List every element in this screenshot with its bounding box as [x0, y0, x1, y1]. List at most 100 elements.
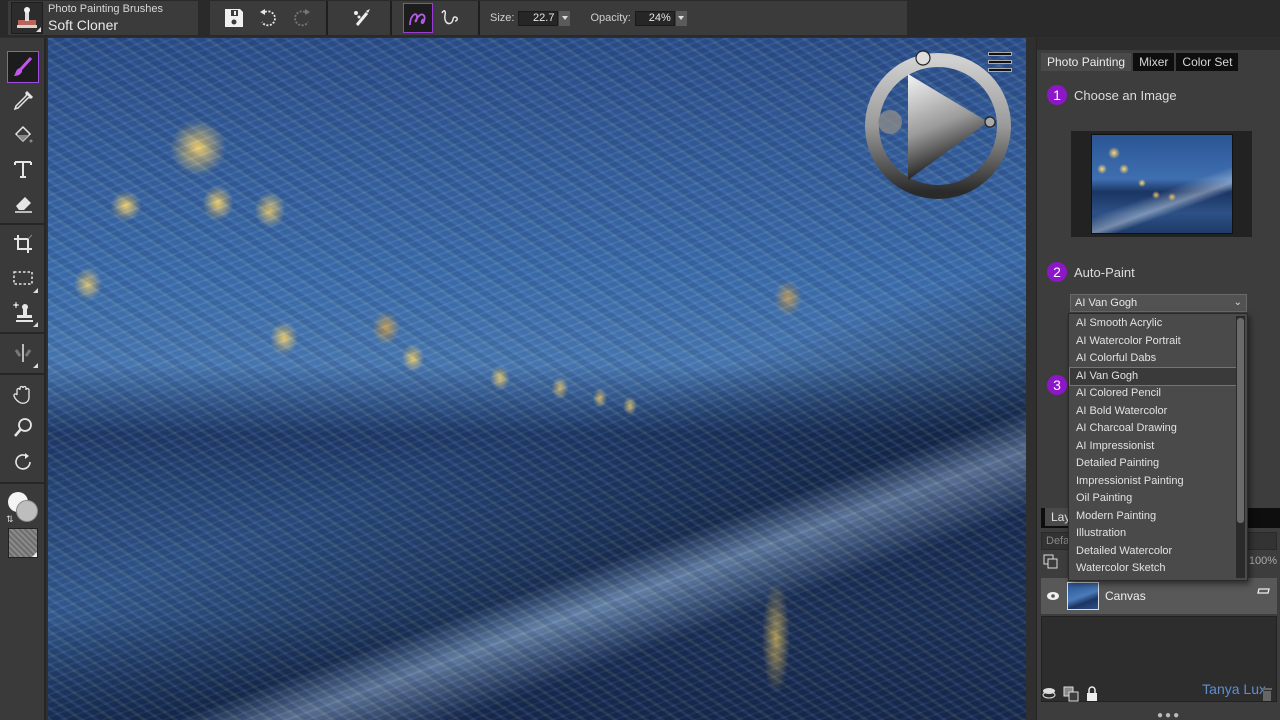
clone-brush-icon[interactable]	[348, 4, 376, 32]
paint-bucket-icon	[14, 125, 33, 143]
hand-icon	[13, 385, 30, 404]
rectangular-selection-tool[interactable]	[8, 263, 38, 293]
size-label: Size:	[490, 12, 515, 24]
auto-paint-dropdown-list: AI Smooth Acrylic AI Watercolor Portrait A…	[1068, 313, 1248, 581]
additional-color-swatch[interactable]	[16, 500, 38, 522]
brush-category: Photo Painting Brushes	[48, 3, 163, 15]
trash-icon[interactable]	[1261, 686, 1273, 707]
separator	[390, 1, 392, 35]
dropdown-option[interactable]: AI Charcoal Drawing	[1070, 420, 1236, 438]
save-icon[interactable]	[220, 4, 248, 32]
brush-dab-thumbnail[interactable]	[11, 2, 43, 34]
swap-colors-icon[interactable]: ⇅	[6, 514, 14, 525]
lock-icon[interactable]	[1085, 685, 1099, 707]
dropper-tool[interactable]	[8, 86, 38, 116]
tab-mixer[interactable]: Mixer	[1133, 53, 1175, 71]
freehand-stroke-icon[interactable]	[403, 3, 433, 33]
toolbox: ⇅	[0, 38, 46, 720]
layer-thumbnail	[1067, 582, 1099, 610]
dropdown-option[interactable]: Illustration	[1070, 525, 1236, 543]
auto-paint-selected: AI Van Gogh	[1075, 297, 1138, 309]
separator	[478, 1, 480, 35]
layer-link-icon[interactable]	[1257, 582, 1271, 600]
scrollbar-thumb[interactable]	[1237, 318, 1244, 523]
rotate-page-tool[interactable]	[8, 447, 38, 477]
dropdown-option[interactable]: Oil Painting	[1070, 490, 1236, 508]
dropdown-option[interactable]: AI Colorful Dabs	[1070, 350, 1236, 368]
dropdown-option[interactable]: Watercolor Sketch	[1070, 560, 1236, 578]
step-badge: 2	[1047, 262, 1067, 282]
dropdown-option[interactable]: AI Watercolor Portrait	[1070, 333, 1236, 351]
dropdown-option[interactable]: Modern Painting	[1070, 508, 1236, 526]
layers-footer	[1041, 685, 1277, 707]
redo-icon[interactable]	[288, 4, 316, 32]
text-icon	[14, 161, 32, 178]
property-bar-area: Photo Painting Brushes Soft Cloner Size:…	[0, 0, 1280, 37]
flyout-indicator	[33, 322, 38, 327]
document-canvas[interactable]	[48, 38, 1026, 720]
new-layer-icon[interactable]	[1063, 686, 1079, 707]
layer-row-canvas[interactable]: Canvas	[1041, 578, 1277, 614]
paint-bucket-tool[interactable]	[8, 120, 38, 150]
size-slider-button[interactable]	[559, 10, 571, 26]
more-options-icon[interactable]: ●●●	[1157, 710, 1181, 720]
dropdown-option[interactable]: AI Colored Pencil	[1070, 385, 1236, 403]
step-label: Choose an Image	[1074, 87, 1177, 103]
step-badge: 1	[1047, 85, 1067, 105]
flyout-indicator	[33, 288, 38, 293]
brush-tool[interactable]	[7, 51, 39, 83]
color-swatches[interactable]: ⇅	[6, 492, 40, 526]
magnifier-icon	[14, 418, 32, 437]
opacity-slider-button[interactable]	[675, 10, 687, 26]
eraser-tool[interactable]	[8, 188, 38, 218]
dropdown-option[interactable]: Detailed Painting	[1070, 455, 1236, 473]
divine-proportion-icon	[14, 344, 32, 362]
dropdown-option[interactable]: AI Van Gogh	[1069, 366, 1237, 386]
layer-copy-icon[interactable]	[1043, 554, 1059, 575]
dropdown-scrollbar[interactable]	[1236, 316, 1245, 578]
rotate-icon	[15, 453, 31, 470]
dropdown-option[interactable]: AI Impressionist	[1070, 438, 1236, 456]
undo-icon[interactable]	[254, 4, 282, 32]
property-bar: Size: 22.7 Opacity: 24%	[210, 1, 907, 35]
eye-icon[interactable]	[1043, 591, 1063, 601]
opacity-label: Opacity:	[590, 12, 631, 24]
text-tool[interactable]	[8, 154, 38, 184]
crop-tool[interactable]	[8, 229, 38, 259]
step-badge: 3	[1047, 375, 1067, 395]
flyout-indicator	[32, 552, 37, 557]
tab-color-set[interactable]: Color Set	[1176, 53, 1239, 71]
layer-opacity[interactable]: 100%	[1249, 555, 1277, 567]
source-image	[1090, 134, 1233, 234]
hamburger-menu-icon[interactable]	[988, 52, 1012, 72]
toolbox-separator	[0, 223, 44, 225]
panel-tabs: Photo Painting Mixer Color Set	[1041, 53, 1239, 71]
brush-variant: Soft Cloner	[48, 17, 119, 33]
toolbox-separator	[0, 482, 44, 484]
divine-proportion-tool[interactable]	[8, 338, 38, 368]
chevron-down-icon: ⌄	[1233, 297, 1242, 308]
brush-selector[interactable]: Photo Painting Brushes Soft Cloner	[8, 1, 198, 35]
source-image-thumbnail[interactable]	[1071, 131, 1252, 237]
layer-commands-icon[interactable]	[1041, 686, 1057, 707]
tab-photo-painting[interactable]: Photo Painting	[1041, 53, 1132, 71]
dropdown-option[interactable]: AI Bold Watercolor	[1070, 403, 1236, 421]
cloner-tool[interactable]	[8, 297, 38, 327]
straight-line-stroke-icon[interactable]	[436, 4, 464, 32]
auto-paint-style-select[interactable]: AI Van Gogh ⌄	[1070, 294, 1247, 312]
flyout-indicator	[36, 27, 41, 32]
step-3: 3	[1047, 375, 1067, 395]
brush-icon	[14, 56, 33, 76]
crop-icon	[14, 234, 33, 253]
opacity-field[interactable]: 24%	[634, 10, 675, 26]
size-field[interactable]: 22.7	[518, 10, 559, 26]
flyout-indicator	[33, 363, 38, 368]
magnifier-tool[interactable]	[8, 413, 38, 443]
grabber-tool[interactable]	[8, 379, 38, 409]
dropdown-option[interactable]: AI Smooth Acrylic	[1070, 315, 1236, 333]
eraser-icon	[15, 197, 32, 213]
dropdown-items: AI Smooth Acrylic AI Watercolor Portrait A…	[1069, 315, 1247, 578]
paper-swatch[interactable]	[8, 528, 38, 558]
dropdown-option[interactable]: Impressionist Painting	[1070, 473, 1236, 491]
dropdown-option[interactable]: Detailed Watercolor	[1070, 543, 1236, 561]
